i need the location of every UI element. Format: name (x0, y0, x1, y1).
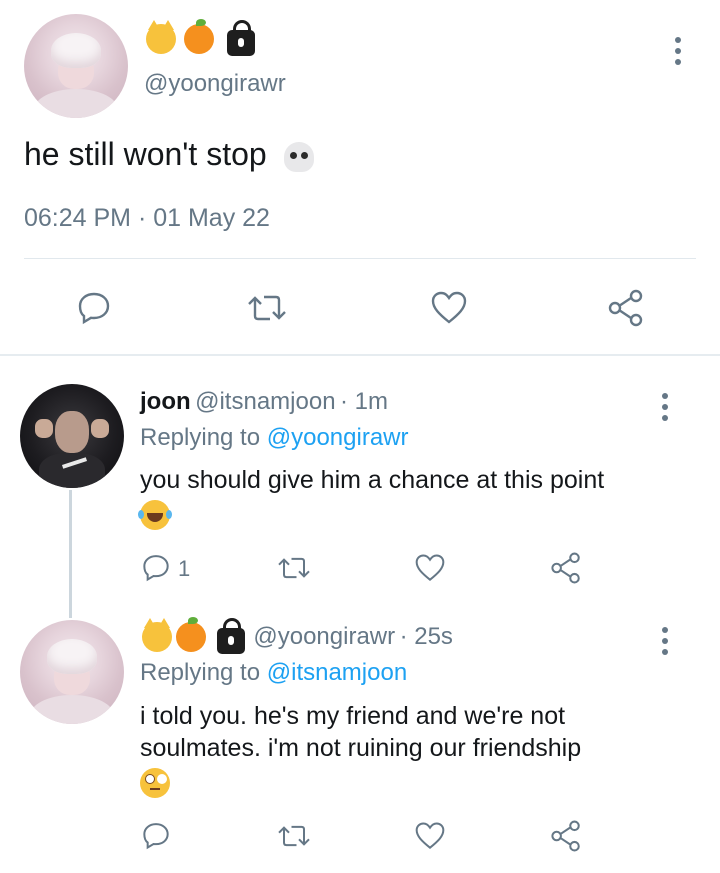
yoongirawr-avatar[interactable] (20, 620, 124, 724)
tears-of-joy-emoji (138, 500, 170, 531)
like-icon[interactable] (413, 553, 447, 583)
main-tweet-name-emojis (146, 19, 255, 58)
main-tweet-more-options-icon[interactable] (675, 37, 681, 70)
tangerine-emoji (176, 617, 207, 652)
reply-1-text-content: you should give him a chance at this poi… (140, 466, 605, 494)
main-tweet-text: he still won't stop (24, 136, 314, 173)
reply-2-time: · 25s (399, 623, 453, 650)
eye-roll-emoji (140, 768, 170, 799)
reply-2-more-options-icon[interactable] (662, 627, 668, 660)
reply-1-text: you should give him a chance at this poi… (138, 464, 680, 531)
section-separator (0, 354, 720, 356)
retweet-icon[interactable] (275, 821, 313, 851)
reply-icon[interactable] (141, 820, 171, 850)
reply-2-text: i told you. he's my friend and we're not… (140, 700, 700, 799)
joon-avatar[interactable] (20, 384, 124, 488)
reply-2-header: @yoongirawr · 25s (142, 617, 453, 654)
reply-1-replying-to: Replying to @yoongirawr (140, 424, 409, 452)
replying-to-label: Replying to (140, 659, 261, 686)
reply-2-text-line-2: soulmates. i'm not ruining our friendshi… (140, 734, 582, 762)
replying-to-mention[interactable]: @itsnamjoon (267, 659, 407, 686)
divider (24, 258, 696, 259)
cat-face-emoji (142, 618, 172, 652)
reply-1-display-name[interactable]: joon (140, 388, 191, 415)
reply-2-handle[interactable]: @yoongirawr (253, 623, 395, 650)
thread-line (69, 490, 72, 618)
reply-2-text-line-1: i told you. he's my friend and we're not (140, 702, 566, 730)
main-tweet-username[interactable]: @yoongirawr (144, 70, 286, 98)
share-icon[interactable] (549, 819, 583, 853)
lock-emoji (226, 20, 255, 56)
reply-2-replying-to: Replying to @itsnamjoon (140, 659, 407, 687)
retweet-icon[interactable] (245, 290, 289, 326)
like-icon[interactable] (429, 290, 469, 326)
reply-1-handle[interactable]: @itsnamjoon (195, 388, 335, 415)
retweet-icon[interactable] (275, 553, 313, 583)
tangerine-emoji (184, 19, 215, 54)
main-tweet-timestamp[interactable]: 06:24 PM · 01 May 22 (24, 204, 270, 233)
reply-icon[interactable] (141, 552, 171, 582)
replying-to-mention[interactable]: @yoongirawr (267, 424, 409, 451)
main-tweet-avatar[interactable] (24, 14, 128, 118)
share-icon[interactable] (606, 288, 646, 328)
reply-1-time: · 1m (340, 388, 388, 415)
reply-1-more-options-icon[interactable] (662, 393, 668, 426)
share-icon[interactable] (549, 551, 583, 585)
like-icon[interactable] (413, 821, 447, 851)
reply-count: 1 (178, 556, 191, 581)
replying-to-label: Replying to (140, 424, 261, 451)
main-tweet-text-content: he still won't stop (24, 136, 267, 172)
reply-icon[interactable] (76, 289, 112, 325)
reply-1-header: joon @itsnamjoon · 1m (140, 388, 388, 416)
lock-emoji (216, 618, 245, 654)
skull-emoji (283, 141, 314, 172)
cat-face-emoji (146, 20, 176, 54)
